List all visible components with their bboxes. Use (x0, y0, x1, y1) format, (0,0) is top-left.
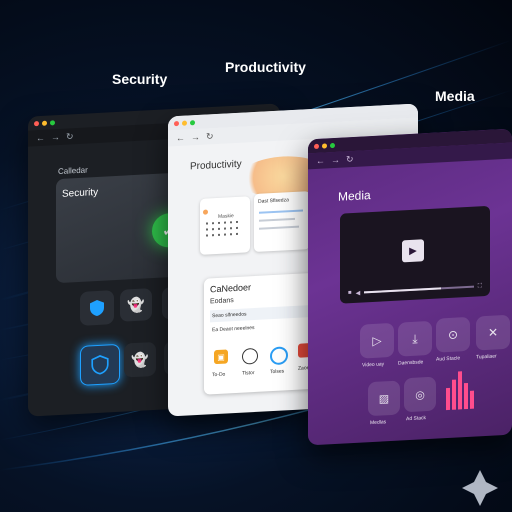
back-icon[interactable]: ← (316, 155, 325, 165)
stack-icon: ◎ (415, 388, 425, 402)
minimize-dot[interactable] (182, 120, 187, 126)
ghost-icon: 👻 (131, 350, 149, 368)
stop-icon[interactable]: ■ (348, 290, 352, 296)
fullscreen-icon[interactable]: ⛶ (478, 283, 482, 290)
clock-icon[interactable] (242, 347, 258, 365)
back-icon[interactable]: ← (176, 133, 185, 143)
photo-icon: ▨ (378, 392, 390, 406)
shield-icon (90, 299, 104, 316)
calendar-list-card: CaNedoer Eodans Seao slfneedos Ea Deaot … (204, 272, 322, 395)
tile-label: Tupaliaer (476, 353, 497, 361)
media-window: ← → ↻ Media ▶ ■ ◀ ⛶ ▷ ⤓ ⊙ ✕ Video uay Da… (308, 128, 512, 446)
reload-icon[interactable]: ↻ (346, 153, 354, 164)
shield-icon (91, 355, 109, 375)
todo-icon[interactable]: ▣ (214, 349, 228, 365)
stack-tile[interactable]: ◎ (404, 376, 436, 413)
video-player[interactable]: ▶ ■ ◀ ⛶ (340, 205, 490, 304)
close-dot[interactable] (314, 143, 319, 149)
play-button[interactable]: ▶ (402, 239, 424, 263)
card-title: Security (62, 186, 99, 200)
tile-label: Ad Stack (406, 415, 427, 423)
media-heading: Media (435, 88, 475, 104)
ghost-tile-2[interactable]: 👻 (124, 341, 156, 378)
forward-icon[interactable]: → (191, 132, 200, 142)
maximize-dot[interactable] (330, 142, 335, 148)
maximize-dot[interactable] (50, 119, 55, 125)
app-label: Tlstor (242, 370, 255, 377)
ghost-icon: 👻 (127, 295, 145, 313)
equalizer-icon (446, 371, 474, 411)
minimize-dot[interactable] (322, 142, 327, 149)
tile-label: Medlas (370, 419, 387, 427)
shield-active-tile[interactable] (80, 343, 120, 386)
list-row[interactable]: Ea Deaot neeelnes (210, 319, 308, 336)
tools-tile[interactable]: ✕ (476, 314, 510, 351)
video-tile[interactable]: ▷ (360, 322, 394, 359)
app-label: To-Do (212, 371, 226, 379)
mini-card-title: Maskie (218, 213, 234, 220)
maximize-dot[interactable] (190, 119, 195, 125)
app-label: Tolses (270, 368, 285, 376)
audio-tile[interactable]: ⊙ (436, 316, 470, 353)
sidebar-text: Calledar (58, 165, 88, 177)
page-title: Productivity (190, 158, 242, 173)
mini-card2-title: Dast Sflsedza (258, 197, 289, 205)
download-icon: ⤓ (412, 331, 418, 346)
tools-icon: ✕ (487, 325, 499, 340)
shield-tile[interactable] (80, 290, 114, 326)
calendar-mini-card: Maskie (200, 196, 250, 255)
ring-icon[interactable] (270, 346, 288, 366)
security-heading: Security (112, 71, 168, 87)
reload-icon[interactable]: ↻ (66, 131, 74, 142)
close-dot[interactable] (34, 120, 39, 126)
close-dot[interactable] (174, 120, 179, 126)
download-tile[interactable]: ⤓ (398, 320, 432, 357)
calendar-grid (206, 220, 238, 237)
tile-label: Daensbsde (398, 359, 424, 367)
audio-icon: ⊙ (447, 327, 459, 343)
productivity-heading: Productivity (225, 59, 306, 75)
volume-icon[interactable]: ◀ (356, 289, 361, 296)
photo-tile[interactable]: ▨ (368, 380, 400, 417)
list-title: CaNedoer (210, 282, 252, 295)
tile-label: Aud Stacle (436, 355, 461, 363)
minimize-dot[interactable] (42, 120, 47, 126)
back-icon[interactable]: ← (36, 133, 45, 143)
forward-icon[interactable]: → (51, 132, 60, 142)
player-controls: ■ ◀ ⛶ (348, 282, 482, 297)
list-subtitle: Eodans (210, 297, 234, 306)
video-icon: ▷ (372, 333, 382, 348)
ghost-tile[interactable]: 👻 (120, 288, 152, 322)
page-title: Media (338, 188, 371, 204)
seek-bar[interactable] (364, 285, 474, 294)
settings-mini-card: Dast Sflsedza (254, 191, 310, 253)
tile-label: Video uay (362, 361, 385, 369)
forward-icon[interactable]: → (331, 155, 340, 165)
reload-icon[interactable]: ↻ (206, 131, 214, 142)
